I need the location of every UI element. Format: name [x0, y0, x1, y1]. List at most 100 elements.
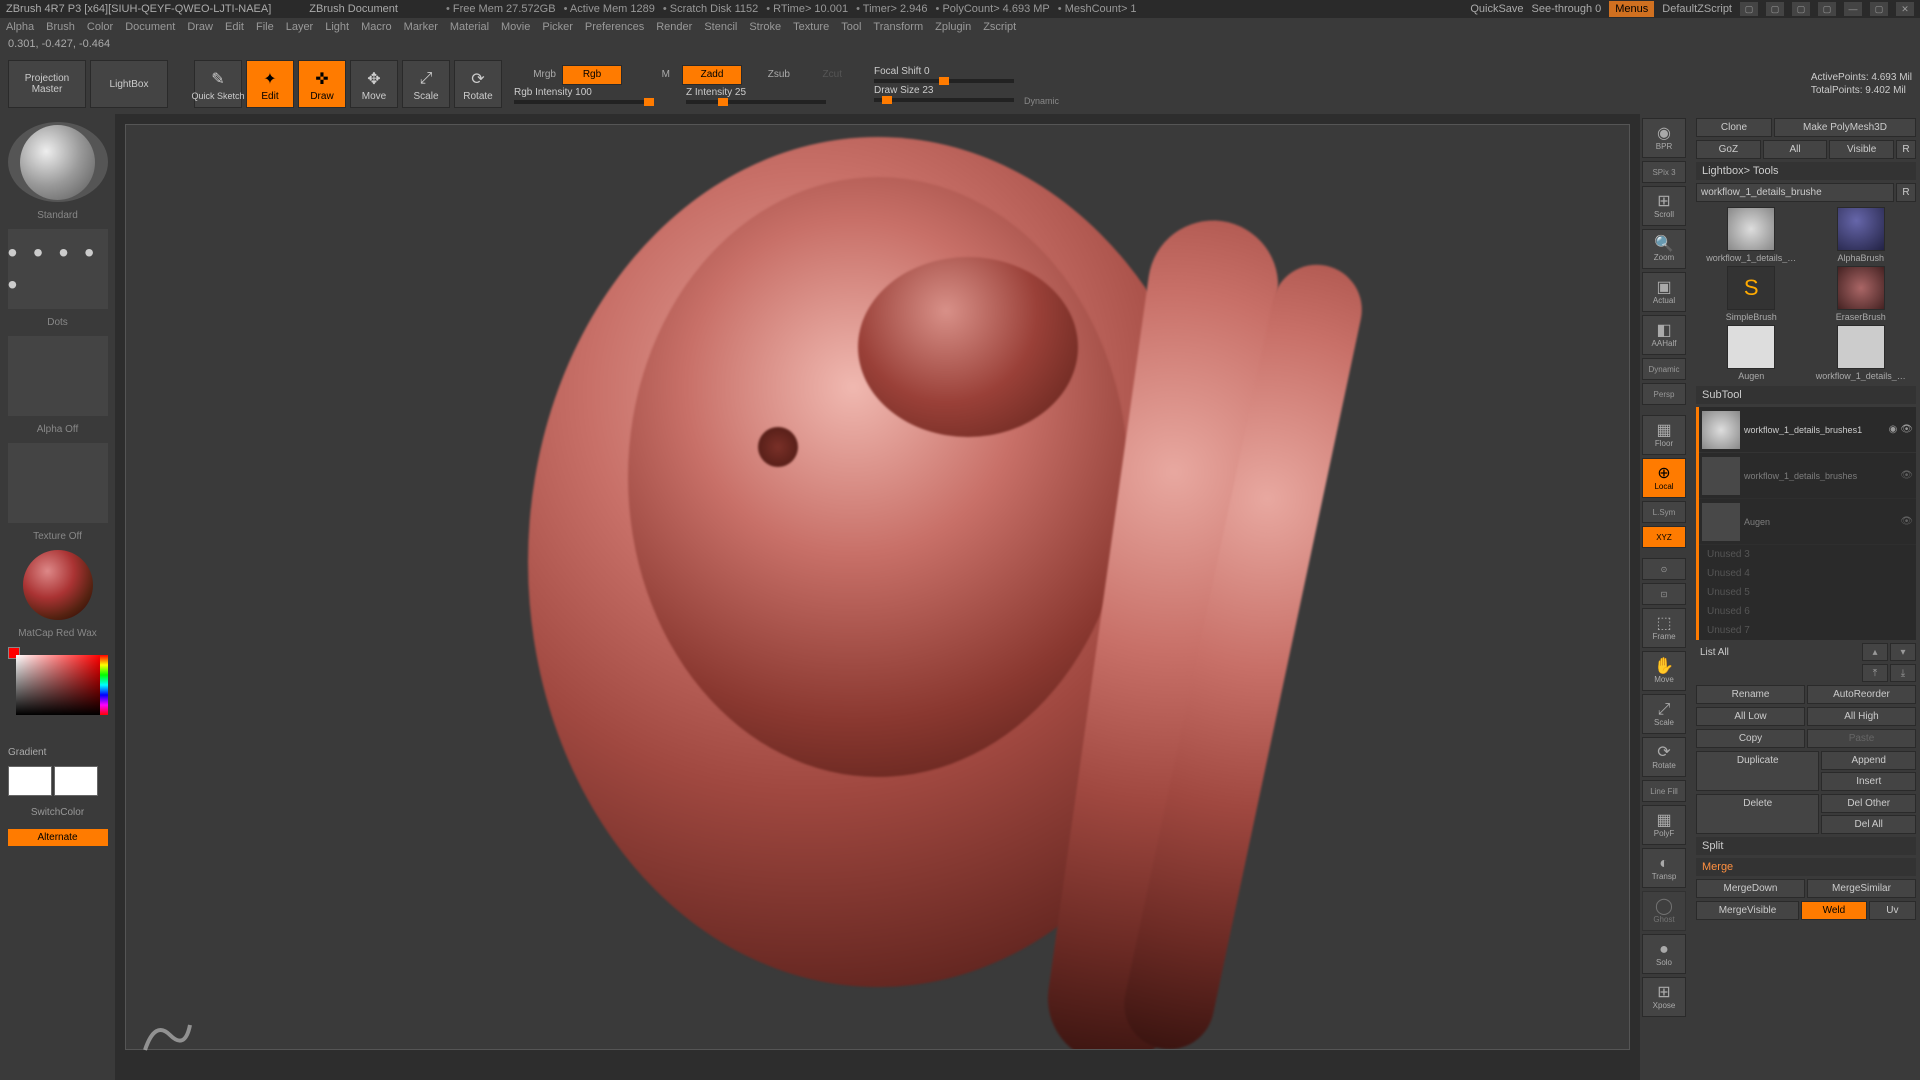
main-color-swatch[interactable] [8, 766, 52, 796]
menu-stroke[interactable]: Stroke [749, 21, 781, 33]
switchcolor-button[interactable]: SwitchColor [8, 804, 108, 821]
tool-r-button[interactable]: R [1896, 183, 1916, 202]
dynamic-label[interactable]: Dynamic [1024, 96, 1059, 106]
frame-button[interactable]: ⬚Frame [1642, 608, 1686, 648]
brush-selector[interactable] [8, 122, 108, 202]
current-tool-name[interactable]: workflow_1_details_brushe [1696, 183, 1894, 202]
subtool-header[interactable]: SubTool [1696, 386, 1916, 404]
mergevisible-button[interactable]: MergeVisible [1696, 901, 1799, 920]
transp-button[interactable]: ◐Transp [1642, 848, 1686, 888]
goz-button[interactable]: GoZ [1696, 140, 1761, 159]
menu-marker[interactable]: Marker [404, 21, 438, 33]
actual-button[interactable]: ▣Actual [1642, 272, 1686, 312]
material-selector[interactable] [23, 550, 93, 620]
menu-layer[interactable]: Layer [286, 21, 314, 33]
lightbox-tools-header[interactable]: Lightbox> Tools [1696, 162, 1916, 180]
goz-r-button[interactable]: R [1896, 140, 1916, 159]
move-down-button[interactable]: ▾ [1890, 643, 1916, 661]
goz-visible-button[interactable]: Visible [1829, 140, 1894, 159]
menu-alpha[interactable]: Alpha [6, 21, 34, 33]
quicksketch-button[interactable]: ✎Quick Sketch [194, 60, 242, 108]
texture-selector[interactable] [8, 443, 108, 523]
insert-button[interactable]: Insert [1821, 772, 1916, 791]
menu-document[interactable]: Document [125, 21, 175, 33]
scale-button[interactable]: ⤢Scale [402, 60, 450, 108]
menu-zscript[interactable]: Zscript [983, 21, 1016, 33]
zoom-button[interactable]: 🔍Zoom [1642, 229, 1686, 269]
move-up-button[interactable]: ▴ [1862, 643, 1888, 661]
split-header[interactable]: Split [1696, 837, 1916, 855]
move-view-button[interactable]: ✋Move [1642, 651, 1686, 691]
m-button[interactable]: M [624, 69, 674, 80]
fit-button[interactable]: ⊡ [1642, 583, 1686, 605]
xyz-button[interactable]: XYZ [1642, 526, 1686, 548]
rename-button[interactable]: Rename [1696, 685, 1805, 704]
allhigh-button[interactable]: All High [1807, 707, 1916, 726]
bpr-button[interactable]: ◉BPR [1642, 118, 1686, 158]
secondary-color-swatch[interactable] [54, 766, 98, 796]
menu-macro[interactable]: Macro [361, 21, 392, 33]
zcut-button[interactable]: Zcut [796, 69, 846, 80]
menus-button[interactable]: Menus [1609, 1, 1654, 17]
projection-master-button[interactable]: Projection Master [8, 60, 86, 108]
clone-button[interactable]: Clone [1696, 118, 1772, 137]
polyf-button[interactable]: ▦PolyF [1642, 805, 1686, 845]
floor-button[interactable]: ▦Floor [1642, 415, 1686, 455]
seethrough-slider[interactable]: See-through 0 [1532, 3, 1602, 15]
window-minimize[interactable]: — [1844, 2, 1862, 16]
viewport[interactable] [125, 124, 1630, 1050]
solo-button[interactable]: ●Solo [1642, 934, 1686, 974]
move-bottom-button[interactable]: ⤓ [1890, 664, 1916, 682]
rotate-button[interactable]: ⟳Rotate [454, 60, 502, 108]
aahalf-button[interactable]: ◧AAHalf [1642, 315, 1686, 355]
goz-all-button[interactable]: All [1763, 140, 1828, 159]
menu-picker[interactable]: Picker [542, 21, 573, 33]
menu-file[interactable]: File [256, 21, 274, 33]
append-button[interactable]: Append [1821, 751, 1916, 770]
eye-icon[interactable]: 👁 [1900, 470, 1913, 481]
window-btn-4[interactable]: ▢ [1818, 2, 1836, 16]
rotate-view-button[interactable]: ⟳Rotate [1642, 737, 1686, 777]
gradient-toggle[interactable]: Gradient [4, 745, 111, 760]
merge-header[interactable]: Merge [1696, 858, 1916, 876]
linefill-button[interactable]: Line Fill [1642, 780, 1686, 802]
autoreorder-button[interactable]: AutoReorder [1807, 685, 1916, 704]
edit-button[interactable]: ✦Edit [246, 60, 294, 108]
window-btn-3[interactable]: ▢ [1792, 2, 1810, 16]
delete-button[interactable]: Delete [1696, 794, 1819, 834]
persp-button[interactable]: Persp [1642, 383, 1686, 405]
color-picker[interactable] [8, 647, 108, 737]
quicksave-button[interactable]: QuickSave [1470, 3, 1523, 15]
menu-transform[interactable]: Transform [873, 21, 923, 33]
make-polymesh-button[interactable]: Make PolyMesh3D [1774, 118, 1916, 137]
draw-button[interactable]: ✜Draw [298, 60, 346, 108]
lsym-button[interactable]: L.Sym [1642, 501, 1686, 523]
rgb-intensity-slider[interactable]: Rgb Intensity 100 [510, 87, 660, 104]
delother-button[interactable]: Del Other [1821, 794, 1916, 813]
subtool-row-1[interactable]: workflow_1_details_brushes 👁 [1699, 453, 1916, 499]
menu-stencil[interactable]: Stencil [704, 21, 737, 33]
menu-movie[interactable]: Movie [501, 21, 530, 33]
copy-button[interactable]: Copy [1696, 729, 1805, 748]
paste-button[interactable]: Paste [1807, 729, 1916, 748]
window-btn-2[interactable]: ▢ [1766, 2, 1784, 16]
menu-light[interactable]: Light [325, 21, 349, 33]
window-maximize[interactable]: ▢ [1870, 2, 1888, 16]
menu-zplugin[interactable]: Zplugin [935, 21, 971, 33]
eye-icon[interactable]: 👁 [1900, 424, 1913, 435]
tool-item-2[interactable]: SSimpleBrush [1698, 266, 1805, 322]
scale-view-button[interactable]: ⤢Scale [1642, 694, 1686, 734]
menu-brush[interactable]: Brush [46, 21, 75, 33]
rgb-button[interactable]: Rgb [562, 65, 622, 85]
xpose-button[interactable]: ⊞Xpose [1642, 977, 1686, 1017]
menu-texture[interactable]: Texture [793, 21, 829, 33]
menu-tool[interactable]: Tool [841, 21, 861, 33]
alpha-selector[interactable] [8, 336, 108, 416]
menu-material[interactable]: Material [450, 21, 489, 33]
mergedown-button[interactable]: MergeDown [1696, 879, 1805, 898]
alllow-button[interactable]: All Low [1696, 707, 1805, 726]
menu-preferences[interactable]: Preferences [585, 21, 644, 33]
list-all-button[interactable]: List All [1696, 644, 1858, 661]
z-intensity-slider[interactable]: Z Intensity 25 [682, 87, 832, 104]
default-script[interactable]: DefaultZScript [1662, 3, 1732, 15]
